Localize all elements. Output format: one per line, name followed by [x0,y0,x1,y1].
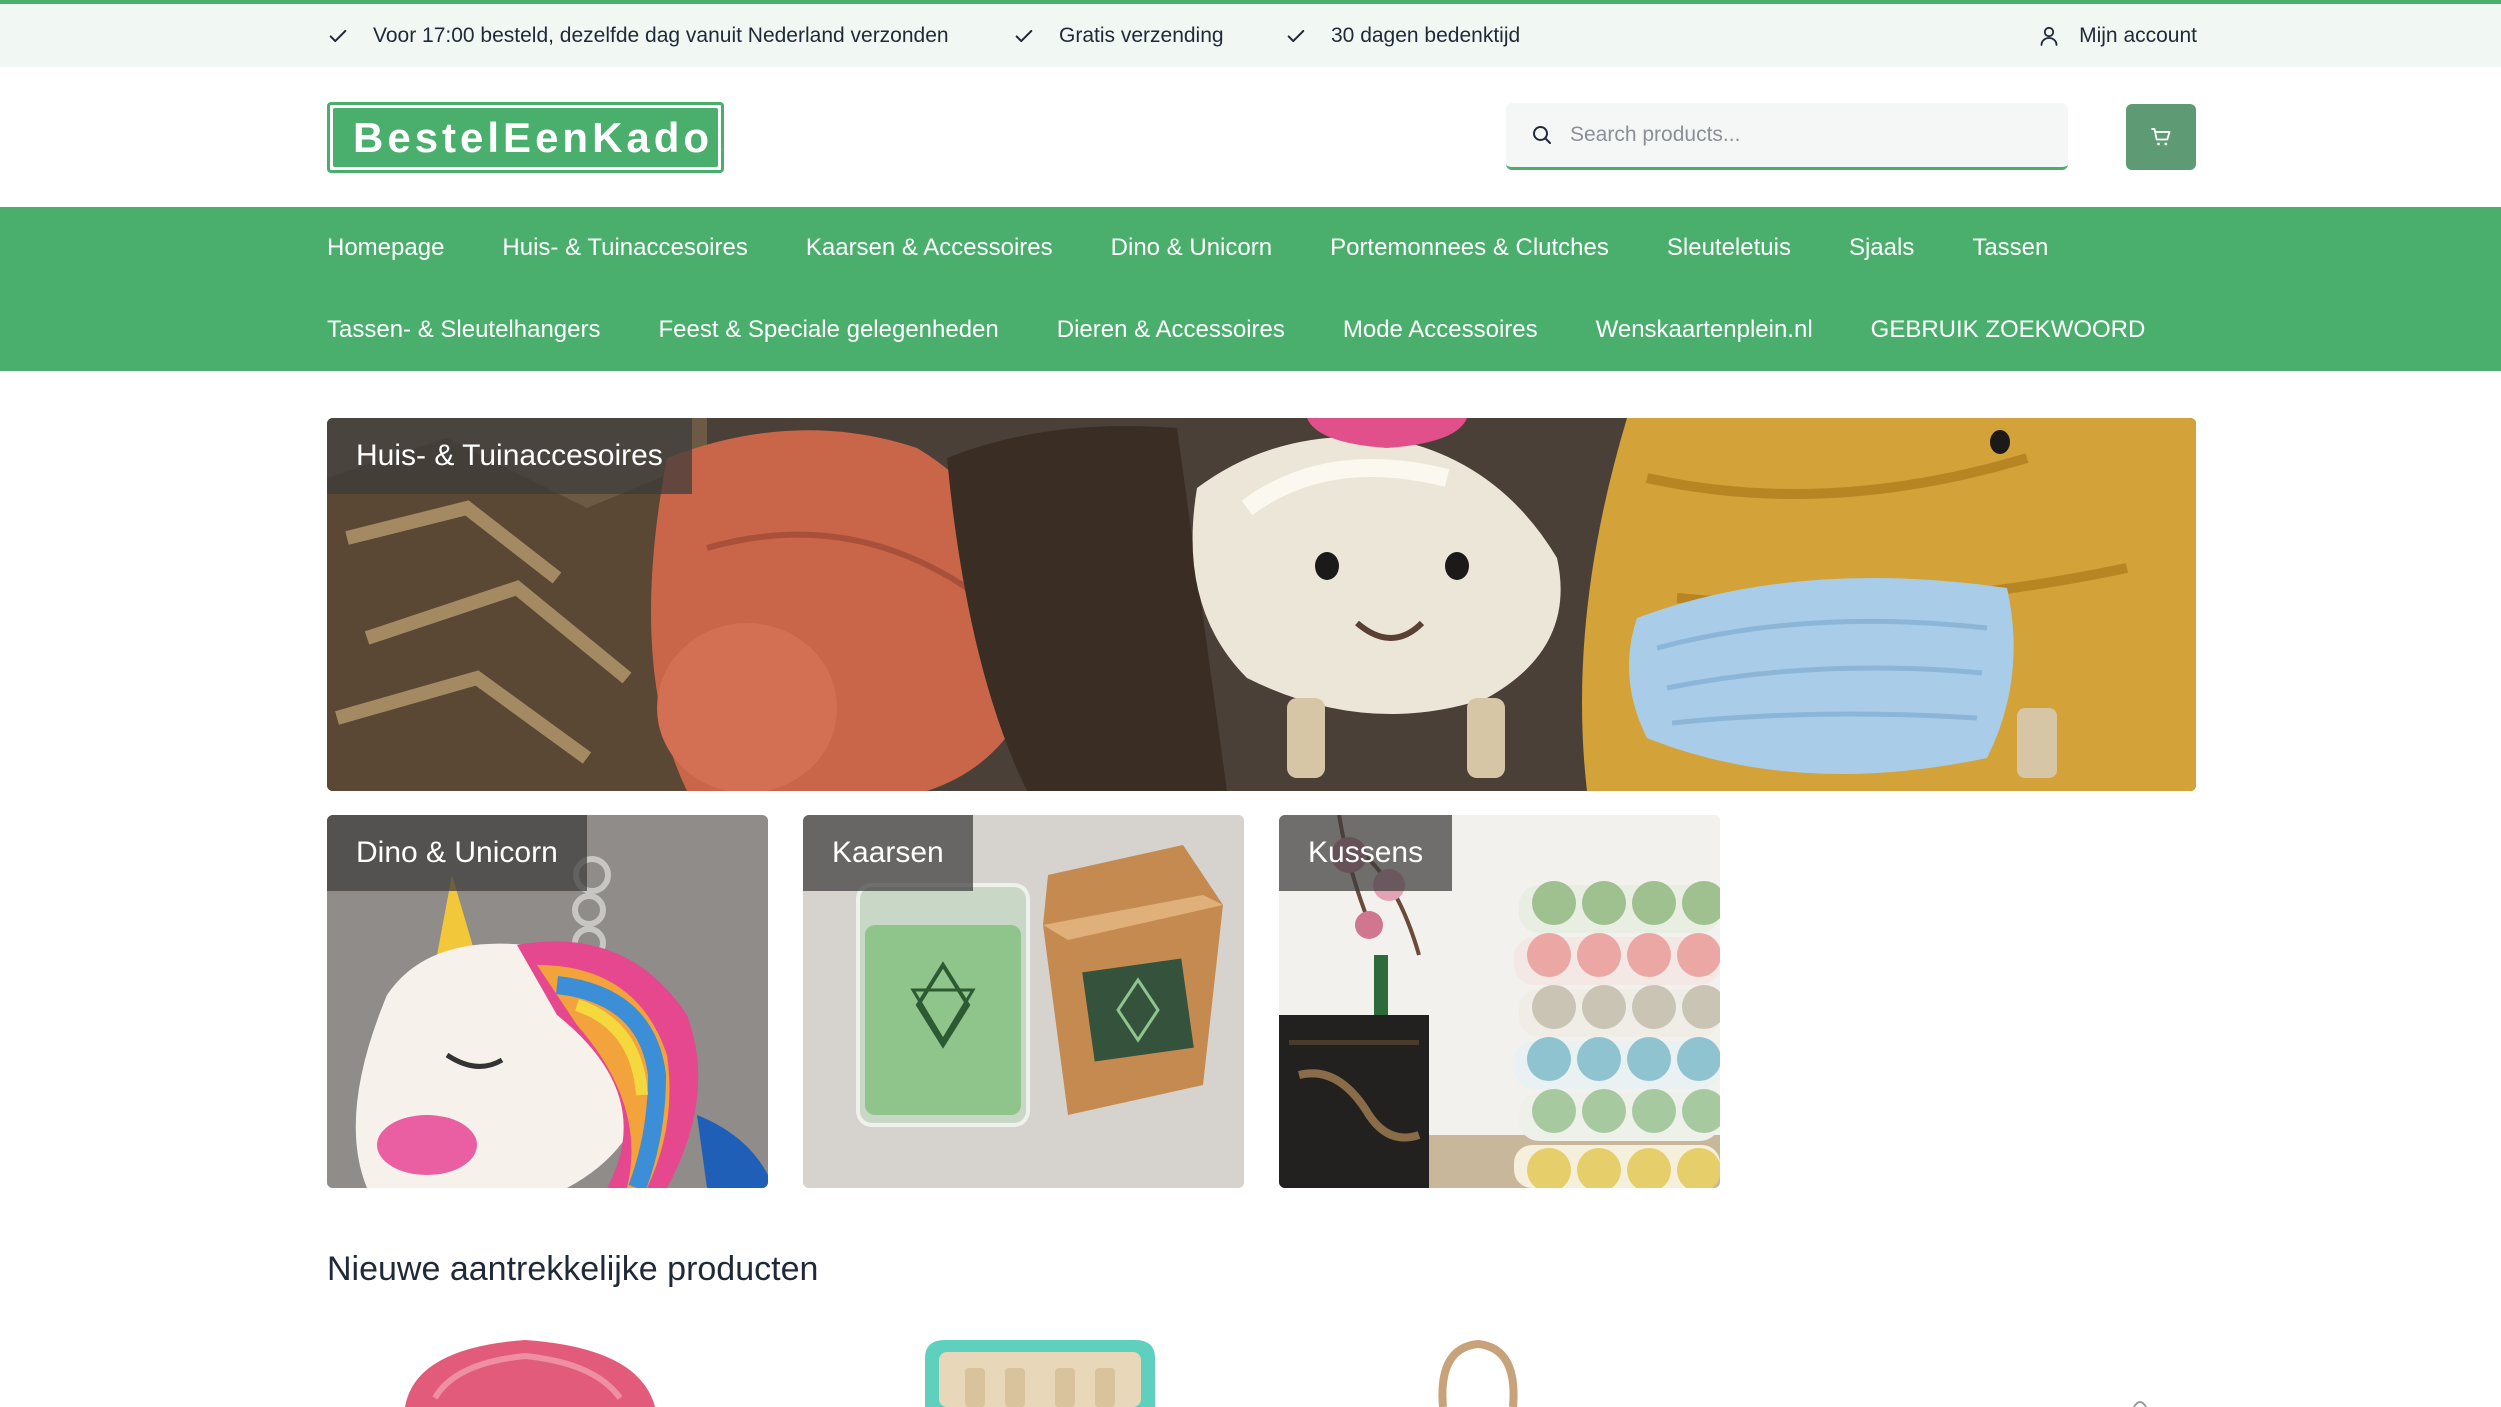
banner-label: Kussens [1279,815,1453,891]
nav-item-gebruik-zoekwoord[interactable]: GEBRUIK ZOEKWOORD [1871,316,2146,344]
nav-item-mode-accessoires[interactable]: Mode Accessoires [1343,316,1538,344]
logo-tld: .nl [717,134,743,156]
usp-text: 30 dagen bedenktijd [1331,23,1521,47]
product-image[interactable] [1428,1338,1528,1407]
main-navigation: Homepage Huis- & Tuinaccesoires Kaarsen … [0,207,2501,371]
nav-item-wenskaartenplein[interactable]: Wenskaartenplein.nl [1596,316,1813,344]
product-image[interactable] [925,1338,1155,1407]
banner-label: Kaarsen [803,815,973,891]
category-tile-dino-unicorn[interactable]: Dino & Unicorn [327,815,768,1188]
nav-item-feest-speciale-gelegenheden[interactable]: Feest & Speciale gelegenheden [659,316,999,344]
banner-label: Huis- & Tuinaccesoires [327,418,692,494]
my-account-link[interactable]: Mijn account [2037,4,2197,67]
nav-item-tassen-sleutelhangers[interactable]: Tassen- & Sleutelhangers [327,316,601,344]
banner-label: Dino & Unicorn [327,815,587,891]
product-image[interactable] [395,1338,665,1407]
nav-item-dieren-accessoires[interactable]: Dieren & Accessoires [1057,316,1285,344]
category-tile-kussens[interactable]: Kussens [1279,815,1720,1188]
usp-item: Voor 17:00 besteld, dezelfde dag vanuit … [327,4,949,67]
check-icon [1015,29,1033,42]
nav-item-dino-unicorn[interactable]: Dino & Unicorn [1111,234,1272,262]
account-label: Mijn account [2079,23,2197,47]
site-logo[interactable]: BestelEenKado .nl [327,102,741,173]
nav-row: Homepage Huis- & Tuinaccesoires Kaarsen … [327,207,2106,289]
nav-item-sleuteletuis[interactable]: Sleuteletuis [1667,234,1791,262]
nav-item-homepage[interactable]: Homepage [327,234,444,262]
usp-text: Gratis verzending [1059,23,1224,47]
nav-item-portemonnees-clutches[interactable]: Portemonnees & Clutches [1330,234,1609,262]
user-icon [2040,26,2058,46]
nav-item-sjaals[interactable]: Sjaals [1849,234,1914,262]
nav-row: Tassen- & Sleutelhangers Feest & Special… [327,289,2203,371]
search-bar [1506,103,2068,170]
nav-item-tassen[interactable]: Tassen [1972,234,2048,262]
usp-text: Voor 17:00 besteld, dezelfde dag vanuit … [373,23,949,47]
cart-button[interactable] [2126,104,2196,170]
logo-text: BestelEenKado [353,113,714,161]
logo-box: BestelEenKado .nl [333,108,741,167]
check-icon [1287,29,1305,42]
search-input[interactable] [1570,123,2050,147]
cart-icon [2151,128,2171,146]
usp-item: Gratis verzending [1013,4,1224,67]
search-icon[interactable] [1530,123,1554,147]
product-image[interactable] [2130,1397,2150,1407]
nav-item-kaarsen-accessoires[interactable]: Kaarsen & Accessoires [806,234,1053,262]
check-icon [329,29,347,42]
hero-banner-huis-tuinaccesoires[interactable]: Huis- & Tuinaccesoires [327,418,2196,791]
nav-item-huis-tuinaccesoires[interactable]: Huis- & Tuinaccesoires [502,234,747,262]
section-title-new-products: Nieuwe aantrekkelijke producten [327,1250,819,1288]
category-tile-kaarsen[interactable]: Kaarsen [803,815,1244,1188]
usp-item: 30 dagen bedenktijd [1285,4,1520,67]
